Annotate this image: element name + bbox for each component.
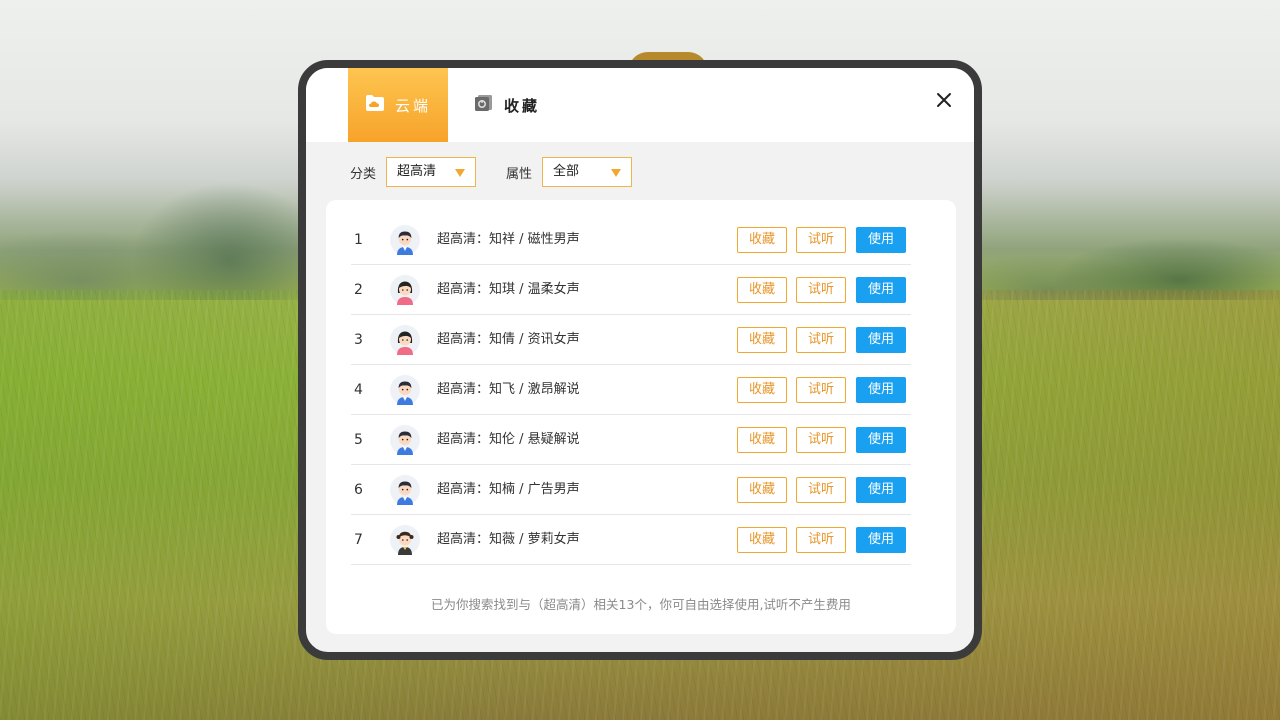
cloud-folder-icon [365,94,385,116]
voice-row: 7 超高清：知薇 / 萝莉女声 收藏 试听 使用 [351,515,911,565]
voice-avatar-icon [390,375,420,405]
voice-row: 5 超高清：知伦 / 悬疑解说 收藏 试听 使用 [351,415,911,465]
row-index: 4 [354,382,363,398]
row-index: 1 [354,232,363,248]
voice-row: 1 超高清：知祥 / 磁性男声 收藏 试听 使用 [351,215,911,265]
voice-name: 超高清：知琪 / 温柔女声 [437,282,580,297]
tab-cloud-label: 云端 [394,96,431,115]
favorite-button[interactable]: 收藏 [737,377,787,403]
dialog-header: 云端 收藏 [306,68,974,142]
row-index: 7 [354,532,363,548]
preview-button[interactable]: 试听 [796,377,846,403]
voice-row: 2 超高清：知琪 / 温柔女声 收藏 试听 使用 [351,265,911,315]
voice-row: 3 超高清：知倩 / 资讯女声 收藏 试听 使用 [351,315,911,365]
voice-name: 超高清：知楠 / 广告男声 [437,482,580,497]
preview-button[interactable]: 试听 [796,327,846,353]
category-select[interactable]: 超高清 [386,157,477,187]
filter-bar: 分类 超高清 属性 全部 [350,157,662,187]
favorite-button[interactable]: 收藏 [737,327,787,353]
attribute-select-value: 全部 [553,164,580,179]
voice-avatar-icon [390,425,420,455]
voice-library-dialog: 云端 收藏 分类 超高清 属性 全部 1 超高清：知祥 / 磁性男声 收藏 试听… [298,60,982,660]
use-button[interactable]: 使用 [856,477,906,503]
category-label: 分类 [350,166,377,182]
result-summary: 已为你搜索找到与（超高清）相关13个，你可自由选择使用,试听不产生费用 [431,597,851,612]
voice-avatar-icon [390,275,420,305]
favorite-button[interactable]: 收藏 [737,427,787,453]
row-index: 6 [354,482,363,498]
use-button[interactable]: 使用 [856,527,906,553]
dropdown-arrow-icon [611,169,622,177]
use-button[interactable]: 使用 [856,377,906,403]
voice-row: 6 超高清：知楠 / 广告男声 收藏 试听 使用 [351,465,911,515]
favorite-button[interactable]: 收藏 [737,277,787,303]
collection-icon [474,94,494,116]
use-button[interactable]: 使用 [856,427,906,453]
use-button[interactable]: 使用 [856,277,906,303]
close-icon [937,93,951,107]
voice-list: 1 超高清：知祥 / 磁性男声 收藏 试听 使用 2 超高清：知琪 / 温柔女声 收藏 试听 使用… [326,200,956,634]
preview-button[interactable]: 试听 [796,277,846,303]
voice-name: 超高清：知倩 / 资讯女声 [437,332,580,347]
favorite-button[interactable]: 收藏 [737,227,787,253]
dropdown-arrow-icon [455,169,466,177]
row-index: 5 [354,432,363,448]
voice-avatar-icon [390,225,420,255]
preview-button[interactable]: 试听 [796,477,846,503]
row-index: 3 [354,332,363,348]
voice-name: 超高清：知飞 / 激昂解说 [437,382,580,397]
voice-name: 超高清：知伦 / 悬疑解说 [437,432,580,447]
tab-cloud[interactable]: 云端 [348,68,448,142]
category-select-value: 超高清 [397,164,437,179]
use-button[interactable]: 使用 [856,327,906,353]
tab-collection[interactable]: 收藏 [474,68,540,142]
attribute-label: 属性 [506,166,533,182]
close-button[interactable] [930,86,958,114]
favorite-button[interactable]: 收藏 [737,477,787,503]
voice-name: 超高清：知祥 / 磁性男声 [437,232,580,247]
voice-avatar-icon [390,325,420,355]
voice-name: 超高清：知薇 / 萝莉女声 [437,532,580,547]
preview-button[interactable]: 试听 [796,527,846,553]
favorite-button[interactable]: 收藏 [737,527,787,553]
voice-avatar-icon [390,525,420,555]
preview-button[interactable]: 试听 [796,427,846,453]
tab-collection-label: 收藏 [504,96,541,115]
voice-row: 4 超高清：知飞 / 激昂解说 收藏 试听 使用 [351,365,911,415]
attribute-select[interactable]: 全部 [542,157,633,187]
use-button[interactable]: 使用 [856,227,906,253]
row-index: 2 [354,282,363,298]
preview-button[interactable]: 试听 [796,227,846,253]
voice-avatar-icon [390,475,420,505]
